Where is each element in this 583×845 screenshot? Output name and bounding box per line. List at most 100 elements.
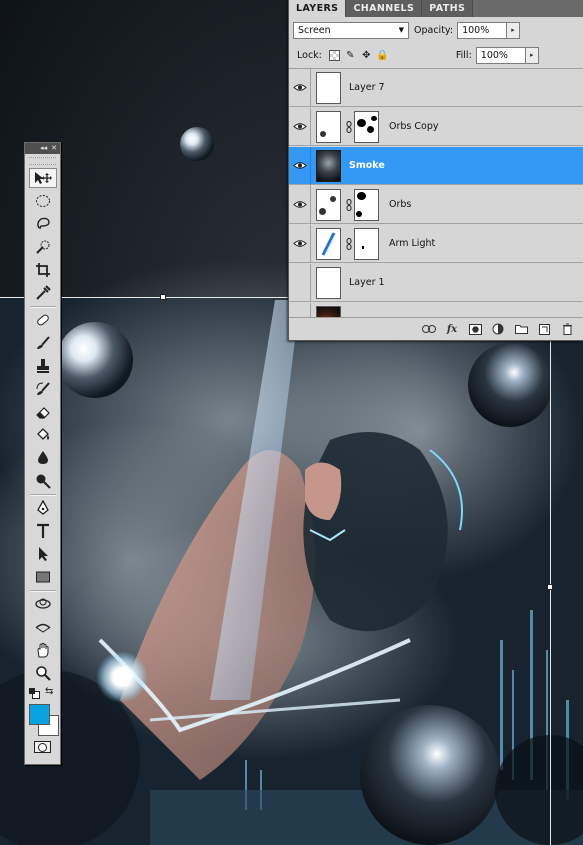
blur-drop-icon [38,451,48,464]
fill-field[interactable]: 100% [475,47,526,64]
quick-mask-button[interactable] [34,741,51,753]
layer-row-partial[interactable] [289,303,583,318]
layer-thumbnail[interactable] [316,149,341,182]
visibility-toggle[interactable] [289,303,311,317]
fill-label: Fill: [455,50,472,61]
rectangle-tool[interactable] [29,567,57,587]
crop-icon [36,263,50,277]
layer-row-orbs-copy[interactable]: Orbs Copy [289,107,583,146]
eye-icon [292,201,307,208]
fill-slider-arrow-icon[interactable]: ▸ [525,47,539,64]
layer-name[interactable]: Smoke [349,160,385,171]
visibility-toggle[interactable] [289,263,311,302]
visibility-toggle[interactable] [289,185,311,224]
lock-pixels-icon[interactable]: ✎ [345,50,356,61]
tab-channels[interactable]: CHANNELS [346,0,423,17]
quick-selection-tool[interactable] [29,237,57,257]
dodge-tool[interactable] [29,471,57,491]
layer-row-smoke[interactable]: Smoke [289,146,583,185]
zoom-tool[interactable] [29,663,57,683]
link-icon[interactable] [422,322,436,336]
opacity-label: Opacity: [414,24,454,36]
layer-name[interactable]: Arm Light [389,238,435,249]
path-selection-icon [39,547,48,561]
layer-row-layer-7[interactable]: Layer 7 [289,68,583,107]
layer-row-orbs[interactable]: Orbs [289,185,583,224]
panel-grip[interactable] [29,157,56,165]
visibility-toggle[interactable] [289,107,311,146]
layer-name[interactable]: Orbs [389,199,411,210]
eyedropper-tool[interactable] [29,283,57,303]
zoom-icon [36,666,51,681]
trash-icon[interactable] [560,322,574,336]
layers-panel: LAYERS CHANNELS PATHS Screen ▼ Opacity: … [288,0,583,341]
visibility-toggle[interactable] [289,224,311,263]
tab-paths[interactable]: PATHS [422,0,474,17]
lock-all-icon[interactable]: 🔒 [376,50,388,61]
type-icon [37,523,49,538]
blend-mode-select[interactable]: Screen ▼ [293,21,409,39]
opacity-slider-arrow-icon[interactable]: ▸ [507,21,521,39]
layer-name[interactable]: Layer 7 [349,82,385,93]
hand-tool[interactable] [29,640,57,660]
default-colors-icon[interactable] [29,688,40,699]
brush-tool[interactable] [29,333,57,353]
new-layer-icon[interactable] [537,322,551,336]
chevron-down-icon: ▼ [398,26,404,34]
3d-rotate-tool[interactable] [29,594,57,614]
layer-mask-thumbnail[interactable] [354,188,379,221]
blur-tool[interactable] [29,448,57,468]
opacity-field[interactable]: 100% [457,21,508,39]
layer-name[interactable]: Layer 1 [349,277,385,288]
transform-handle-top[interactable] [160,294,166,300]
type-tool[interactable] [29,521,57,541]
healing-brush-tool[interactable] [29,310,57,330]
layer-thumbnail[interactable] [316,71,341,104]
adjustment-icon[interactable] [491,322,505,336]
lock-position-icon[interactable]: ✥ [361,50,372,61]
paint-bucket-tool[interactable] [29,425,57,445]
collapse-icon[interactable]: ◂◂ [40,143,47,154]
eraser-tool[interactable] [29,402,57,422]
3d-rotate-icon [35,598,51,609]
layer-row-arm-light[interactable]: Arm Light [289,224,583,263]
mask-link-icon[interactable] [344,120,354,133]
layer-thumbnail[interactable] [316,110,341,143]
lasso-tool[interactable] [29,214,57,234]
visibility-toggle[interactable] [289,146,311,185]
visibility-toggle[interactable] [289,68,311,107]
tools-panel-titlebar[interactable]: ◂◂ ✕ [25,143,60,154]
group-folder-icon[interactable] [514,322,528,336]
paint-bucket-icon [37,428,49,440]
fx-icon[interactable]: fx [445,322,459,336]
pen-tool[interactable] [29,498,57,518]
lock-row: Lock: ✎ ✥ 🔒 Fill: 100% ▸ [289,43,583,69]
history-brush-tool[interactable] [29,379,57,399]
mask-link-icon[interactable] [344,237,354,250]
layer-row-layer-1[interactable]: Layer 1 [289,263,583,302]
layer-thumbnail[interactable] [316,188,341,221]
layer-thumbnail[interactable] [316,227,341,260]
swap-colors-icon[interactable]: ⇆ [45,686,53,697]
3d-orbit-tool[interactable] [29,617,57,637]
close-icon[interactable]: ✕ [51,143,57,154]
mask-link-icon[interactable] [344,198,354,211]
marquee-tool[interactable] [29,191,57,211]
move-tool[interactable] [29,168,57,188]
eye-icon [292,123,307,130]
crop-tool[interactable] [29,260,57,280]
transform-box-right-edge[interactable] [550,297,551,845]
foreground-color-swatch[interactable] [29,704,50,725]
layer-thumbnail[interactable] [316,266,341,299]
transform-handle-right[interactable] [547,584,553,590]
layer-mask-thumbnail[interactable] [354,227,379,260]
blend-mode-value: Screen [298,24,331,36]
path-selection-tool[interactable] [29,544,57,564]
layer-name[interactable]: Orbs Copy [389,121,438,132]
tab-layers[interactable]: LAYERS [289,0,347,17]
layer-mask-thumbnail[interactable] [354,110,379,143]
lock-transparency-icon[interactable] [328,50,340,61]
clone-stamp-tool[interactable] [29,356,57,376]
add-mask-icon[interactable] [468,322,482,336]
quick-mask-icon [38,742,47,752]
